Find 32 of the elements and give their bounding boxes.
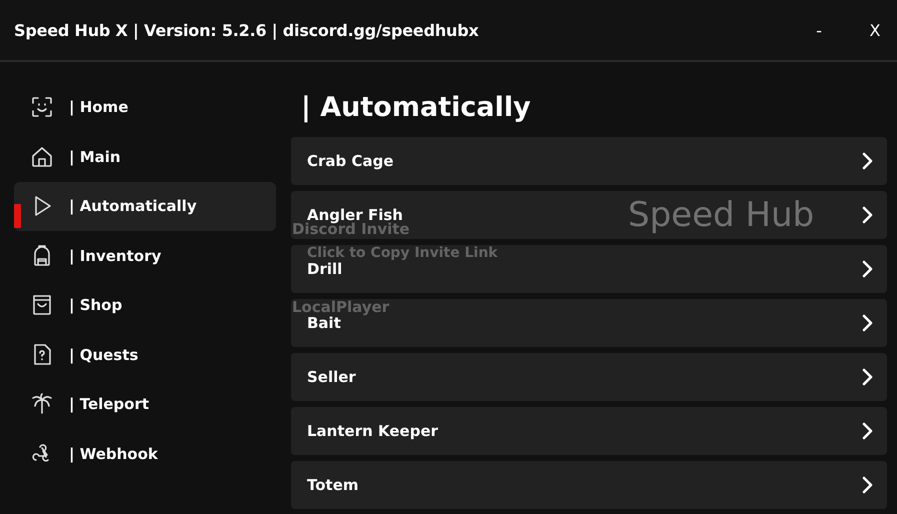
sidebar-item[interactable]: | Automatically bbox=[14, 182, 276, 230]
sidebar-item[interactable]: | Webhook bbox=[14, 430, 276, 478]
chevron-right-icon bbox=[861, 476, 873, 494]
face-scan-icon bbox=[30, 95, 54, 120]
feature-row[interactable]: Totem bbox=[291, 461, 887, 509]
feature-row[interactable]: Crab Cage bbox=[291, 137, 887, 185]
chevron-right-icon bbox=[861, 206, 873, 224]
chevron-right-icon bbox=[861, 260, 873, 278]
faded-text: Click to Copy Invite Link bbox=[307, 246, 498, 261]
feature-row[interactable]: Lantern Keeper bbox=[291, 407, 887, 455]
active-indicator bbox=[14, 204, 21, 228]
chevron-right-icon bbox=[861, 422, 873, 440]
faded-text: LocalPlayer bbox=[292, 298, 390, 316]
sidebar-item[interactable]: | Quests bbox=[14, 330, 276, 379]
section-heading: | Automatically bbox=[301, 92, 532, 123]
house-icon bbox=[30, 144, 54, 169]
sidebar-item[interactable]: | Shop bbox=[14, 281, 276, 330]
feature-row[interactable]: Seller bbox=[291, 353, 887, 401]
palm-tree-icon bbox=[30, 392, 54, 416]
sidebar-item[interactable]: | Teleport bbox=[14, 380, 276, 428]
faded-text: Speed Hub bbox=[628, 197, 814, 233]
chevron-right-icon bbox=[861, 152, 873, 170]
feature-row[interactable]: Click to Copy Invite Link Drill bbox=[291, 245, 887, 293]
sidebar-item[interactable]: | Inventory bbox=[14, 232, 276, 280]
sidebar-item[interactable]: | Home bbox=[14, 83, 276, 132]
window-title: Speed Hub X | Version: 5.2.6 | discord.gg/speedhubx bbox=[14, 20, 480, 40]
chevron-right-icon bbox=[861, 314, 873, 332]
minimize-button[interactable]: - bbox=[811, 20, 827, 40]
close-button[interactable]: X bbox=[867, 20, 883, 40]
shopping-bag-icon bbox=[30, 293, 54, 318]
chevron-right-icon bbox=[861, 368, 873, 386]
sidebar-item[interactable]: | Main bbox=[14, 132, 276, 181]
